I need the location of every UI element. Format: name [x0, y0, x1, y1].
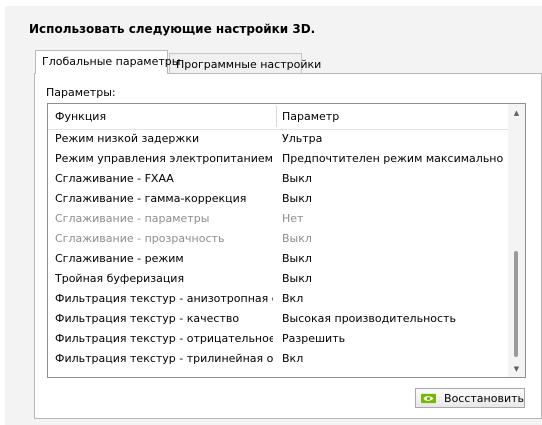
- table-row[interactable]: Сглаживание - гамма-коррекция Выкл: [48, 189, 508, 209]
- setting-value[interactable]: Выкл: [282, 269, 504, 289]
- setting-name: Сглаживание - режим: [55, 252, 184, 265]
- setting-value[interactable]: Выкл: [282, 249, 504, 269]
- table-row[interactable]: Фильтрация текстур - анизотропная оп... В…: [48, 289, 508, 309]
- table-row[interactable]: Режим низкой задержки Ультра: [48, 129, 508, 149]
- setting-name: Сглаживание - гамма-коррекция: [55, 192, 247, 205]
- setting-name: Режим низкой задержки: [55, 132, 200, 145]
- setting-value[interactable]: Разрешить: [282, 329, 504, 349]
- setting-value[interactable]: Вкл: [282, 349, 504, 369]
- column-header-parameter[interactable]: Параметр: [282, 110, 339, 123]
- setting-value[interactable]: Предпочтителен режим максимальной п...: [282, 149, 504, 169]
- setting-value[interactable]: Высокая производительность: [282, 309, 504, 329]
- tab-global-settings[interactable]: Глобальные параметры: [35, 50, 180, 74]
- setting-name: Фильтрация текстур - отрицательное о...: [55, 332, 273, 345]
- settings-pane: Использовать следующие настройки 3D. Гло…: [5, 6, 542, 425]
- table-row[interactable]: Сглаживание - параметры Нет: [48, 209, 508, 229]
- restore-button-label: Восстановить: [444, 391, 524, 405]
- parameters-label: Параметры:: [46, 86, 116, 99]
- vertical-scrollbar[interactable]: ▲ ▼: [508, 104, 525, 377]
- setting-name: Сглаживание - параметры: [55, 212, 210, 225]
- table-row[interactable]: Сглаживание - прозрачность Выкл: [48, 229, 508, 249]
- list-header: Функция Параметр: [48, 104, 508, 130]
- settings-rows: Режим низкой задержки Ультра Режим управле…: [48, 129, 508, 369]
- restore-button[interactable]: Восстановить: [415, 388, 525, 408]
- settings-list[interactable]: Функция Параметр Режим низкой задержки Ул…: [47, 103, 526, 378]
- setting-name: Сглаживание - FXAA: [55, 172, 174, 185]
- table-row[interactable]: Тройная буферизация Выкл: [48, 269, 508, 289]
- setting-value[interactable]: Выкл: [282, 229, 504, 249]
- table-row[interactable]: Сглаживание - режим Выкл: [48, 249, 508, 269]
- setting-name: Фильтрация текстур - анизотропная оп...: [55, 292, 273, 305]
- arrow-up-icon[interactable]: ▲: [508, 104, 525, 121]
- column-header-function[interactable]: Функция: [55, 110, 106, 123]
- table-row[interactable]: Фильтрация текстур - качество Высокая про…: [48, 309, 508, 329]
- setting-name: Сглаживание - прозрачность: [55, 232, 225, 245]
- setting-value[interactable]: Нет: [282, 209, 504, 229]
- setting-name: Фильтрация текстур - качество: [55, 312, 240, 325]
- setting-name: Тройная буферизация: [55, 272, 185, 285]
- table-row[interactable]: Сглаживание - FXAA Выкл: [48, 169, 508, 189]
- table-row[interactable]: Фильтрация текстур - отрицательное о... Р…: [48, 329, 508, 349]
- global-settings-panel: Параметры: Функция Параметр Режим низкой…: [34, 73, 542, 419]
- column-divider[interactable]: [276, 106, 277, 127]
- tab-program-settings[interactable]: Программные настройки: [169, 53, 321, 74]
- arrow-down-icon[interactable]: ▼: [508, 360, 525, 377]
- setting-value[interactable]: Выкл: [282, 189, 504, 209]
- setting-name: Фильтрация текстур - трилинейная опт...: [55, 352, 273, 365]
- setting-value[interactable]: Вкл: [282, 289, 504, 309]
- table-row[interactable]: Режим управления электропитанием Предпочт…: [48, 149, 508, 169]
- setting-name: Режим управления электропитанием: [55, 152, 273, 165]
- table-row[interactable]: Фильтрация текстур - трилинейная опт... В…: [48, 349, 508, 369]
- nvidia-logo-icon: [421, 393, 437, 403]
- setting-value[interactable]: Ультра: [282, 129, 504, 149]
- scrollbar-thumb[interactable]: [514, 251, 518, 357]
- setting-value[interactable]: Выкл: [282, 169, 504, 189]
- page-title: Использовать следующие настройки 3D.: [29, 22, 316, 36]
